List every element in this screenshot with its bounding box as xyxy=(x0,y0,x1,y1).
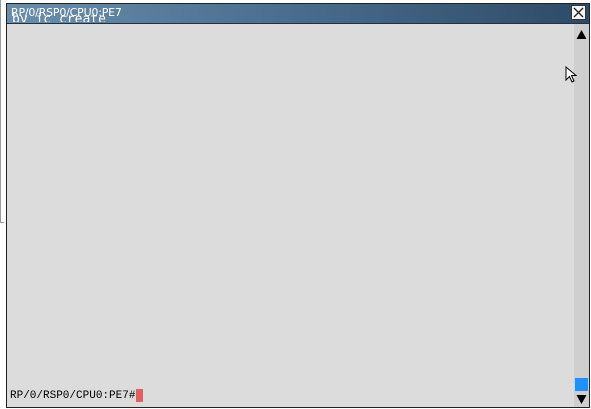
overlay-text: by ic create xyxy=(12,13,106,22)
mouse-pointer-icon xyxy=(565,65,579,89)
background-window-edge xyxy=(0,0,4,223)
arrow-down-icon xyxy=(576,395,587,404)
scroll-down-button[interactable] xyxy=(574,392,589,407)
terminal-window: RP/0/RSP0/CPU0:PE7 by ic create RP/0/RSP… xyxy=(6,3,590,408)
scroll-thumb[interactable] xyxy=(575,378,588,391)
close-button[interactable] xyxy=(571,5,586,20)
arrow-up-icon xyxy=(576,30,587,39)
terminal-output-area[interactable]: RP/0/RSP0/CPU0:PE7# xyxy=(7,24,574,407)
text-cursor xyxy=(136,389,144,402)
command-prompt: RP/0/RSP0/CPU0:PE7# xyxy=(10,389,136,402)
title-bar[interactable]: RP/0/RSP0/CPU0:PE7 by ic create xyxy=(7,4,589,24)
scroll-up-button[interactable] xyxy=(574,27,589,42)
close-icon xyxy=(573,7,584,18)
command-prompt-line[interactable]: RP/0/RSP0/CPU0:PE7# xyxy=(10,389,144,402)
